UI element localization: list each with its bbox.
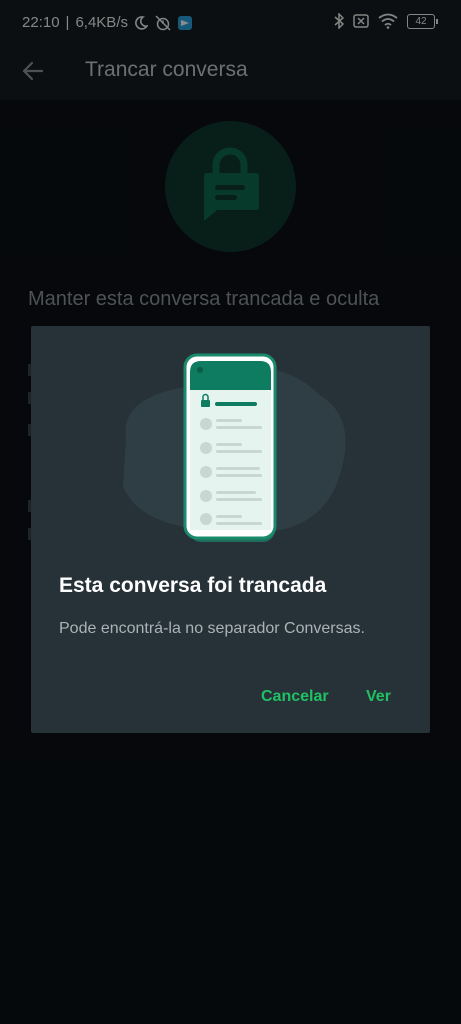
view-button[interactable]: Ver [366, 688, 391, 706]
phone-illustration [123, 353, 346, 542]
dialog-message: Pode encontrá-la no separador Conversas. [59, 620, 365, 637]
chat-locked-dialog: Esta conversa foi trancada Pode encontrá… [31, 326, 430, 733]
dialog-title: Esta conversa foi trancada [59, 574, 327, 597]
cancel-button[interactable]: Cancelar [261, 688, 329, 706]
